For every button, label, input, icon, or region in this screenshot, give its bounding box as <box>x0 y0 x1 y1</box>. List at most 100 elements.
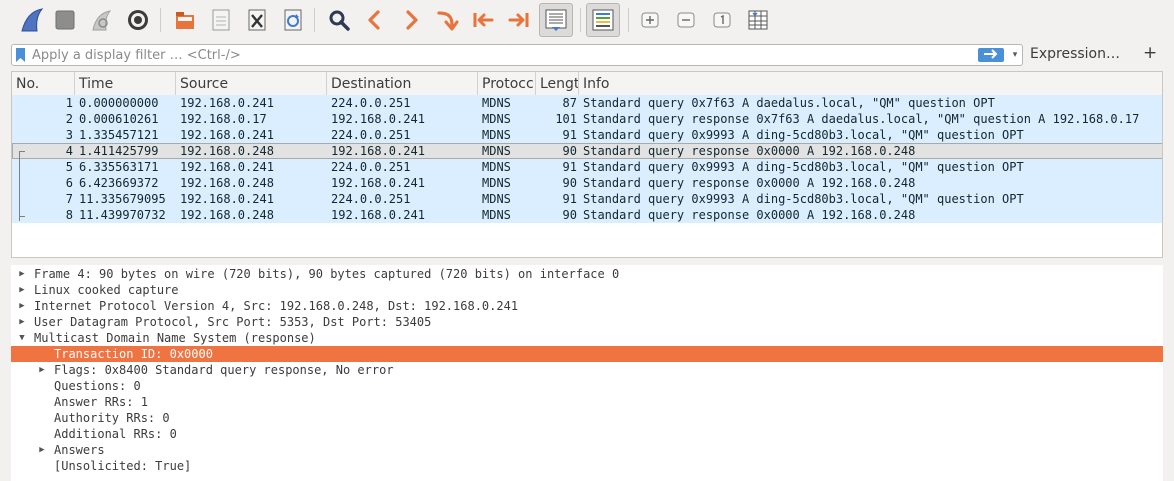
cell-time: 11.439970732 <box>79 208 166 222</box>
collapsed-triangle-icon[interactable]: ▶ <box>37 362 47 378</box>
collapsed-triangle-icon[interactable]: ▶ <box>37 442 47 458</box>
toolbar-separator <box>314 8 315 32</box>
start-capture-button[interactable] <box>16 4 48 36</box>
column-header-protocol[interactable]: Protocc <box>478 72 536 95</box>
restart-capture-button[interactable] <box>86 4 118 36</box>
collapsed-triangle-icon[interactable]: ▶ <box>17 266 27 282</box>
cell-length: 101 <box>555 112 577 126</box>
column-header-time[interactable]: Time <box>75 72 176 95</box>
cell-info: Standard query response 0x0000 A 192.168… <box>583 208 916 222</box>
detail-tree-item[interactable]: ▶ Linux cooked capture <box>11 282 1163 298</box>
detail-tree-label: Flags: 0x8400 Standard query response, N… <box>54 363 394 377</box>
detail-tree-item[interactable]: Transaction ID: 0x0000 <box>11 346 1163 362</box>
detail-tree-item[interactable]: Questions: 0 <box>11 378 1163 394</box>
collapsed-triangle-icon[interactable]: ▶ <box>17 282 27 298</box>
cell-info: Standard query 0x9993 A ding-5cd80b3.loc… <box>583 128 1024 142</box>
detail-tree-label: [Unsolicited: True] <box>54 459 192 473</box>
detail-tree-item[interactable]: ▶ Frame 4: 90 bytes on wire (720 bits), 9… <box>11 266 1163 282</box>
bookmark-icon[interactable] <box>16 48 25 62</box>
normal-size-icon <box>712 10 732 30</box>
expanded-triangle-icon[interactable]: ▼ <box>17 330 27 346</box>
zoom-in-button[interactable] <box>634 4 666 36</box>
packet-row[interactable]: 6 6.423669372 192.168.0.248 192.168.0.241 MD… <box>12 175 1162 191</box>
cell-protocol: MDNS <box>482 144 511 158</box>
save-file-button[interactable] <box>205 4 237 36</box>
packet-row[interactable]: 4 1.411425799 192.168.0.248 192.168.0.241 MD… <box>12 143 1162 159</box>
close-file-button[interactable] <box>241 4 273 36</box>
packet-row[interactable]: 2 0.000610261 192.168.0.17 192.168.0.241 MDN… <box>12 111 1162 127</box>
open-file-button[interactable] <box>169 4 201 36</box>
pane-splitter[interactable] <box>11 259 1163 263</box>
auto-scroll-button[interactable] <box>539 3 573 37</box>
detail-tree-item[interactable]: ▼ Multicast Domain Name System (response) <box>11 330 1163 346</box>
display-filter-field[interactable]: ▾ <box>11 44 1023 66</box>
cell-protocol: MDNS <box>482 192 511 206</box>
cell-destination: 224.0.0.251 <box>331 192 411 206</box>
detail-tree-item[interactable]: ▶ Flags: 0x8400 Standard query response, … <box>11 362 1163 378</box>
find-packet-icon <box>327 8 351 32</box>
column-header-source[interactable]: Source <box>176 72 327 95</box>
detail-tree-item[interactable]: [Unsolicited: True] <box>11 458 1163 474</box>
related-packets-line <box>19 151 25 152</box>
detail-tree-label: Linux cooked capture <box>34 283 179 297</box>
detail-tree-item[interactable]: Authority RRs: 0 <box>11 410 1163 426</box>
detail-tree-label: Additional RRs: 0 <box>54 427 177 441</box>
packet-row[interactable]: 7 11.335679095 192.168.0.241 224.0.0.251 MDN… <box>12 191 1162 207</box>
display-filter-input[interactable] <box>32 45 972 65</box>
detail-tree-label: Frame 4: 90 bytes on wire (720 bits), 90… <box>34 267 620 281</box>
cell-info: Standard query 0x9993 A ding-5cd80b3.loc… <box>583 160 1024 174</box>
cell-source: 192.168.0.241 <box>180 160 274 174</box>
shark-fin-start-icon <box>19 7 45 33</box>
go-to-packet-button[interactable] <box>431 4 463 36</box>
column-header-info[interactable]: Info <box>579 72 1162 95</box>
go-first-packet-button[interactable] <box>467 4 499 36</box>
expression-button[interactable]: Expression… <box>1030 46 1120 62</box>
open-file-icon <box>173 8 197 32</box>
go-back-button[interactable] <box>359 4 391 36</box>
main-toolbar <box>0 0 1174 40</box>
detail-tree-item[interactable]: ▶ User Datagram Protocol, Src Port: 5353,… <box>11 314 1163 330</box>
detail-tree-item[interactable]: Additional RRs: 0 <box>11 426 1163 442</box>
detail-tree-item[interactable]: Answer RRs: 1 <box>11 394 1163 410</box>
packet-row[interactable]: 3 1.335457121 192.168.0.241 224.0.0.251 MDNS… <box>12 127 1162 143</box>
cell-source: 192.168.0.248 <box>180 144 274 158</box>
column-header-length[interactable]: Lengt <box>536 72 579 95</box>
detail-tree-label: User Datagram Protocol, Src Port: 5353, … <box>34 315 432 329</box>
reload-file-icon <box>282 8 304 32</box>
colorize-button[interactable] <box>586 3 620 37</box>
column-header-destination[interactable]: Destination <box>327 72 478 95</box>
packet-row[interactable]: 8 11.439970732 192.168.0.248 192.168.0.241 M… <box>12 207 1162 223</box>
add-filter-button[interactable]: + <box>1143 43 1157 63</box>
recent-filters-dropdown[interactable]: ▾ <box>1008 47 1022 63</box>
packet-row[interactable]: 5 6.335563171 192.168.0.241 224.0.0.251 MDNS… <box>12 159 1162 175</box>
cell-time: 1.335457121 <box>79 128 159 142</box>
go-last-packet-button[interactable] <box>503 4 535 36</box>
cell-info: Standard query response 0x0000 A 192.168… <box>583 144 916 158</box>
stop-capture-button[interactable] <box>49 4 81 36</box>
cell-no: 2 <box>65 112 73 126</box>
packet-details-tree[interactable]: ▶ Frame 4: 90 bytes on wire (720 bits), 9… <box>11 265 1163 481</box>
zoom-in-icon <box>640 10 660 30</box>
column-header-no[interactable]: No. <box>12 72 75 95</box>
find-packet-button[interactable] <box>323 4 355 36</box>
toolbar-separator <box>580 8 581 32</box>
packet-row[interactable]: 1 0.000000000 192.168.0.241 224.0.0.251 MDNS… <box>12 95 1162 111</box>
cell-no: 3 <box>65 128 73 142</box>
go-back-icon <box>365 9 385 31</box>
detail-tree-label: Transaction ID: 0x0000 <box>54 347 213 361</box>
reload-file-button[interactable] <box>277 4 309 36</box>
zoom-out-button[interactable] <box>670 4 702 36</box>
collapsed-triangle-icon[interactable]: ▶ <box>17 298 27 314</box>
cell-destination: 224.0.0.251 <box>331 160 411 174</box>
capture-options-button[interactable] <box>122 4 154 36</box>
go-forward-button[interactable] <box>395 4 427 36</box>
cell-length: 90 <box>562 176 577 190</box>
chevron-down-icon: ▾ <box>1012 50 1018 60</box>
detail-tree-item[interactable]: ▶ Answers <box>11 442 1163 458</box>
normal-size-button[interactable] <box>706 4 738 36</box>
detail-tree-item[interactable]: ▶ Internet Protocol Version 4, Src: 192.1… <box>11 298 1163 314</box>
apply-filter-button[interactable] <box>978 48 1004 62</box>
collapsed-triangle-icon[interactable]: ▶ <box>17 314 27 330</box>
resize-columns-button[interactable] <box>742 4 774 36</box>
packet-list[interactable]: No. Time Source Destination Protocc Leng… <box>11 71 1163 258</box>
